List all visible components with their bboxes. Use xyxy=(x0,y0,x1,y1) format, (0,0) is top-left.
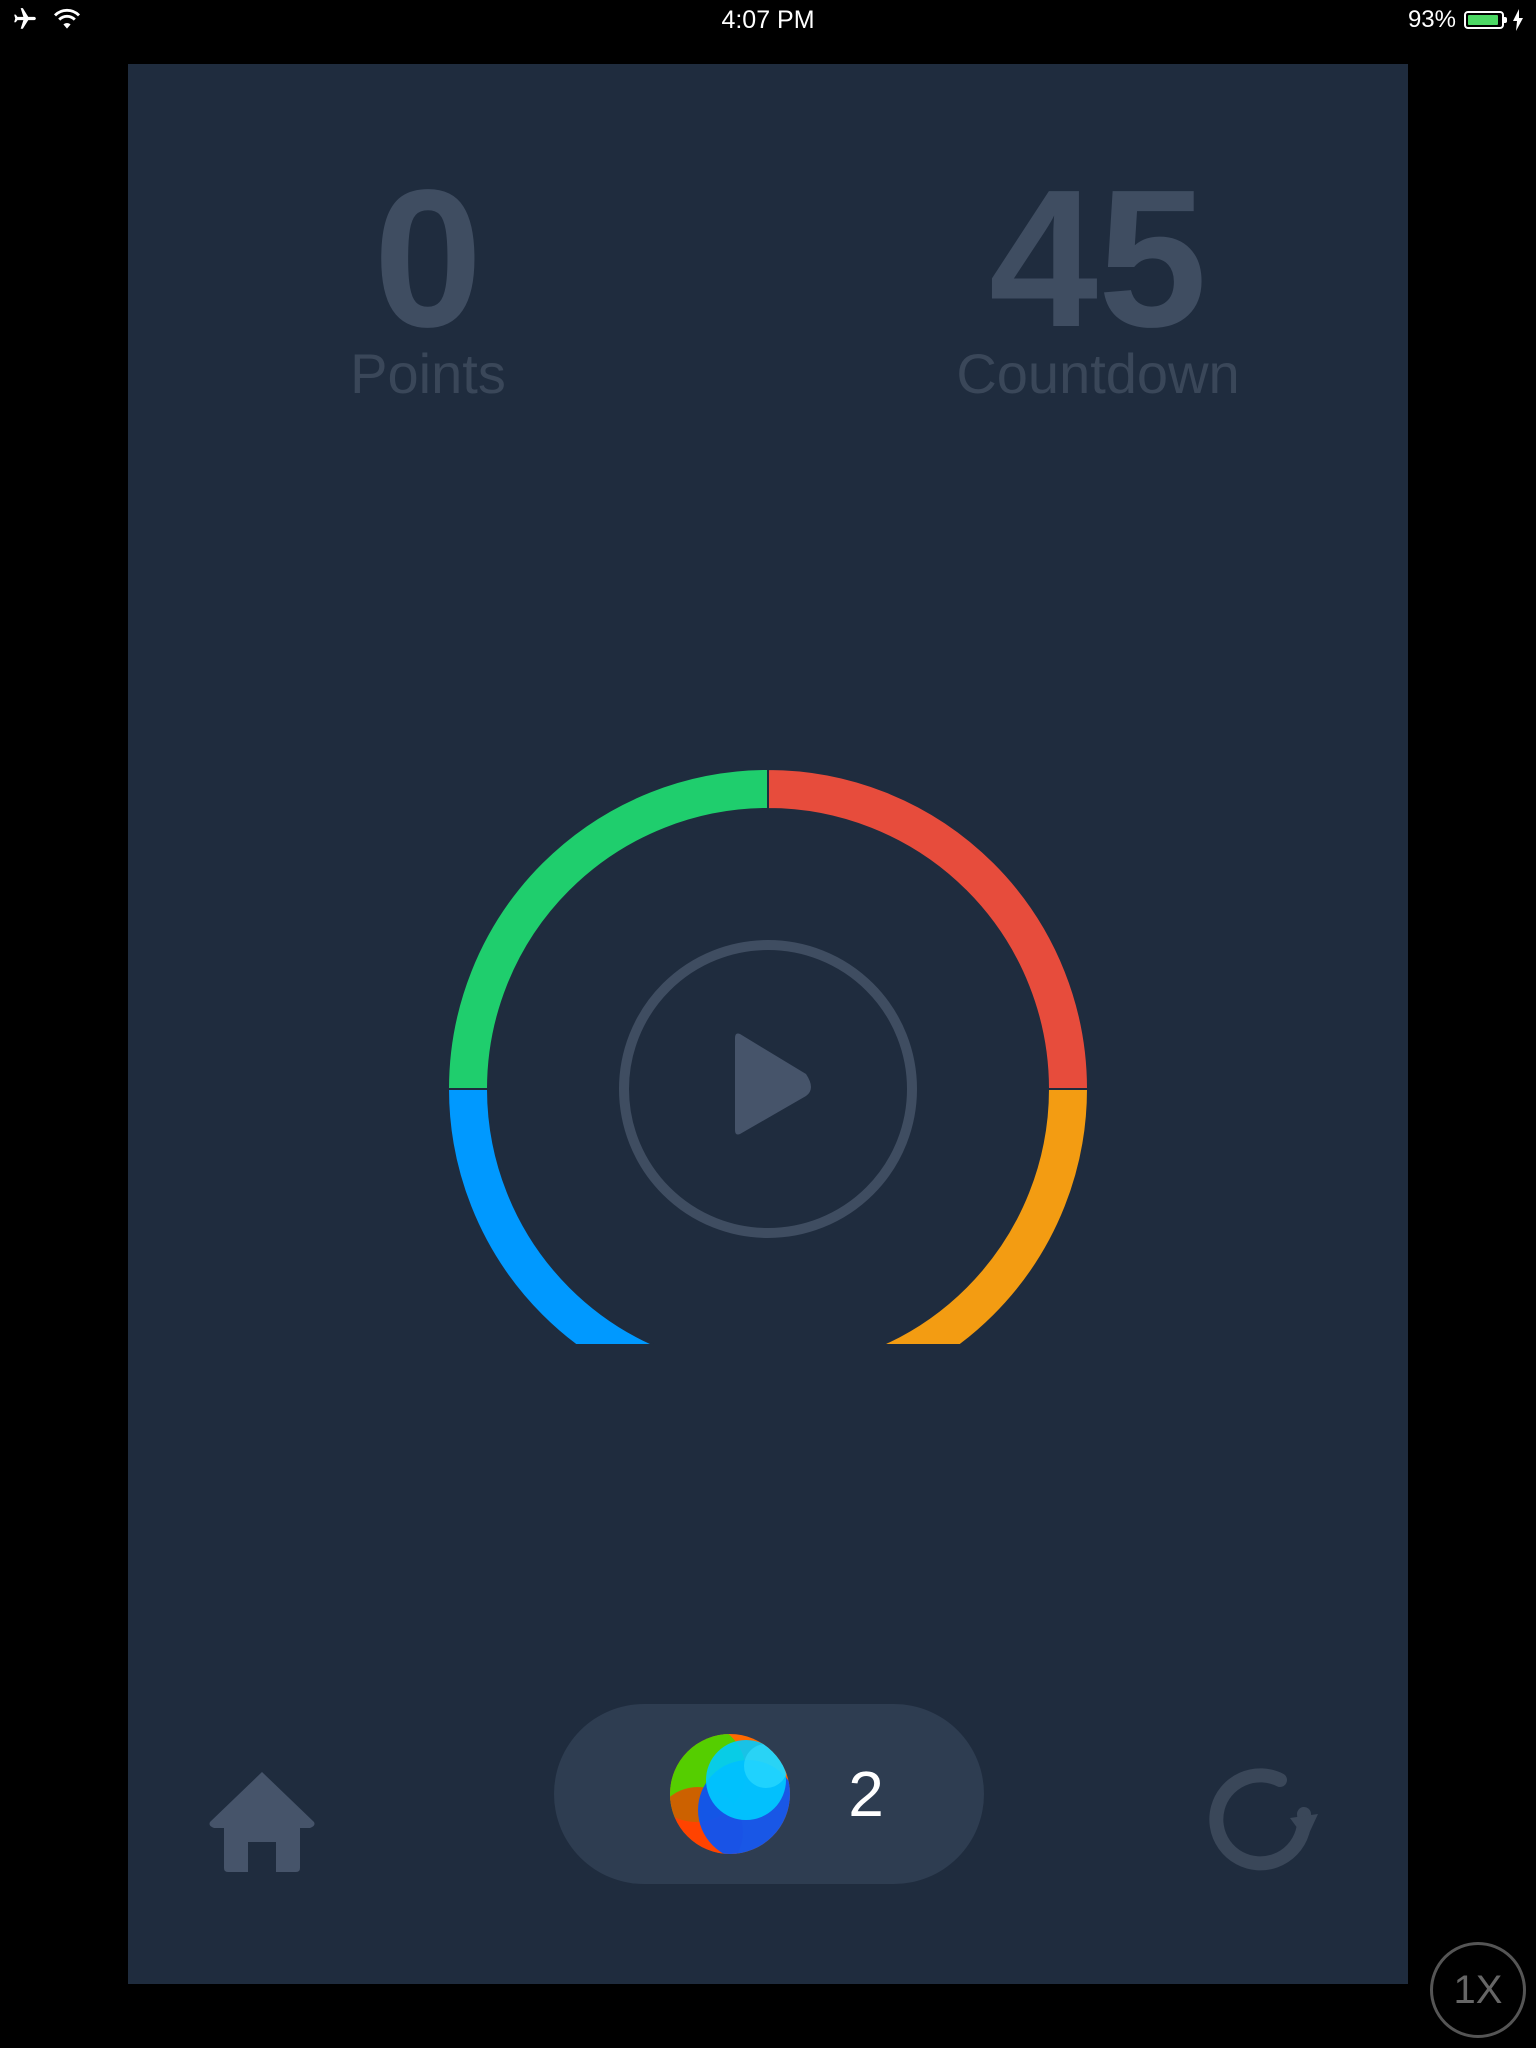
countdown-value: 45 xyxy=(988,149,1207,368)
status-right: 93% xyxy=(1408,6,1524,34)
countdown-stat: 45 Countdown xyxy=(928,149,1268,405)
ball-count: 2 xyxy=(848,1758,884,1830)
color-ring-svg xyxy=(446,767,1090,1411)
points-value: 0 xyxy=(373,149,483,368)
speed-toggle-button[interactable]: 1X xyxy=(1430,1942,1526,2038)
restart-icon xyxy=(1209,1768,1318,1871)
home-button[interactable] xyxy=(202,1764,322,1874)
restart-button[interactable] xyxy=(1208,1764,1328,1874)
game-area: 0 Points 45 Countdown 2 xyxy=(128,64,1408,1984)
ring-segment-orange[interactable] xyxy=(767,1088,1090,1411)
ring-segment-blue[interactable] xyxy=(446,1088,769,1411)
home-icon xyxy=(209,1772,315,1872)
points-label: Points xyxy=(350,342,506,405)
screen: 4:07 PM 93% 0 Points 45 Countdown 2 1X xyxy=(0,0,1536,2048)
ring-segment-green[interactable] xyxy=(446,767,769,1090)
charging-bolt-icon xyxy=(1513,9,1523,31)
ball-counter-pill[interactable] xyxy=(554,1704,984,1884)
points-stat: 0 Points xyxy=(298,149,558,405)
status-time: 4:07 PM xyxy=(721,6,815,34)
status-bar: 4:07 PM 93% xyxy=(0,0,1536,40)
color-ring[interactable] xyxy=(446,704,1090,1411)
play-icon[interactable] xyxy=(735,1033,811,1135)
ring-segment-red[interactable] xyxy=(767,767,1090,1090)
countdown-label: Countdown xyxy=(956,342,1240,405)
battery-percent: 93% xyxy=(1407,6,1456,33)
colorful-ball-icon xyxy=(670,1734,790,1854)
battery-icon xyxy=(1464,11,1507,29)
battery-fill xyxy=(1468,15,1498,25)
